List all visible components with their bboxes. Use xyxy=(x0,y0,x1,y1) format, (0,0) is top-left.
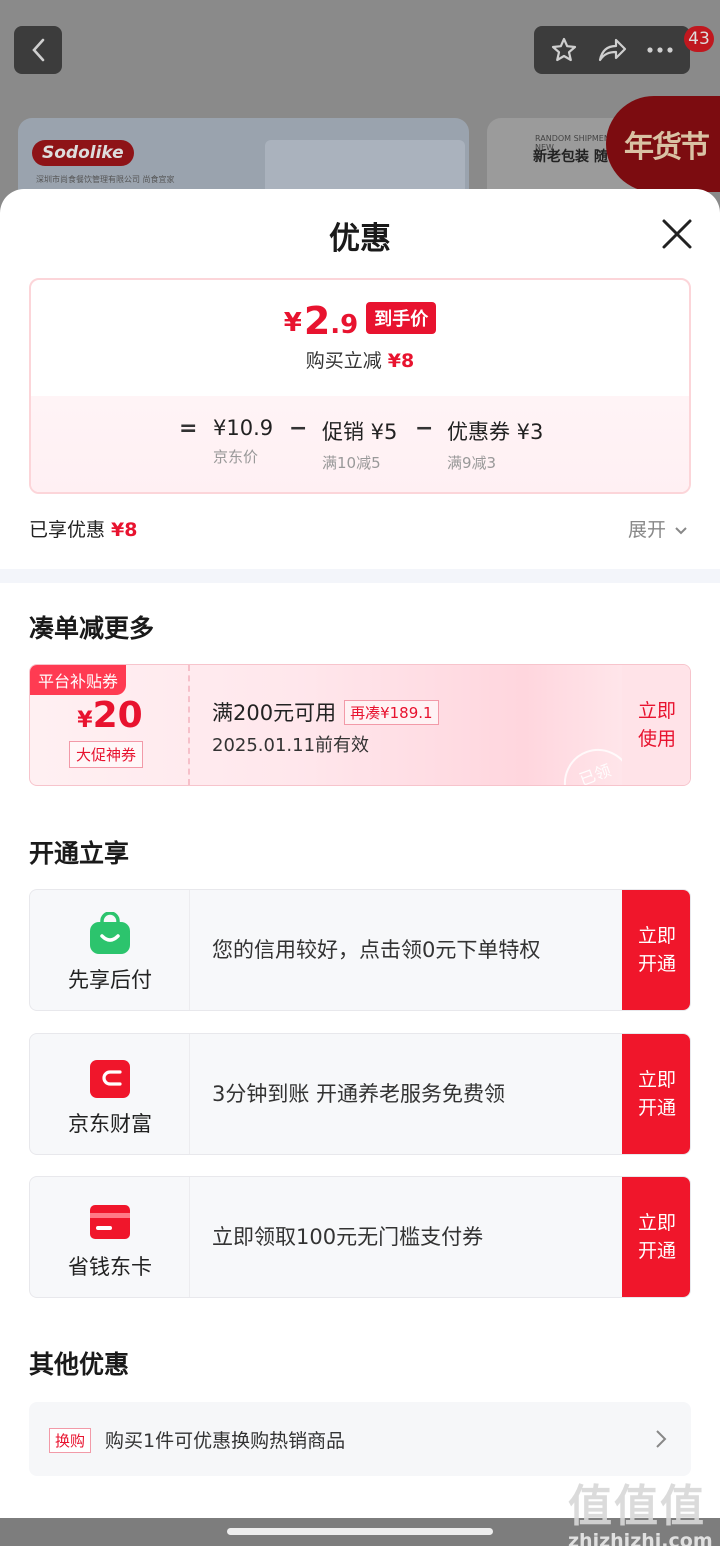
discount-sheet: 优惠 ¥ 2 .9 到手价 购买立减 ¥8 = ¥10.9 京东价 − 促销 ¥… xyxy=(0,189,720,1518)
use-coupon-label: 立即使用 xyxy=(637,700,676,750)
expand-label: 展开 xyxy=(628,519,667,541)
sheet-title: 优惠 xyxy=(329,221,391,257)
minus-sign: − xyxy=(289,416,308,441)
coupon-value-area: 平台补贴券 ¥20 大促神券 xyxy=(30,665,190,785)
section-title-more: 凑单减更多 xyxy=(29,614,155,643)
promo-condition: 满10减5 xyxy=(322,454,381,472)
brand-subtitle: 深圳市尚食餐饮管理有限公司 尚食宜家 xyxy=(36,175,175,184)
home-indicator[interactable] xyxy=(227,1528,493,1535)
jd-price-label: 京东价 xyxy=(213,448,259,466)
chevron-left-icon xyxy=(32,38,45,62)
activate-label: 立即开通 xyxy=(637,925,676,975)
final-price-row: ¥ 2 .9 到手价 xyxy=(31,302,689,340)
enjoyed-label: 已享优惠 xyxy=(29,519,106,541)
coupon-condition: 满9减3 xyxy=(447,454,497,472)
open-card-jd-wealth: 京东财富 3分钟到账 开通养老服务免费领 立即开通 xyxy=(29,1033,691,1155)
chevron-right-icon xyxy=(656,1430,667,1448)
trade-in-tag: 换购 xyxy=(49,1428,92,1453)
coupon-remaining: 再凑¥189.1 xyxy=(344,699,439,725)
activate-button[interactable]: 立即开通 xyxy=(622,890,690,1010)
open-card-desc: 3分钟到账 开通养老服务免费领 xyxy=(212,1082,506,1106)
instant-discount-label: 购买立减 xyxy=(305,350,382,372)
card-icon xyxy=(90,1205,130,1239)
top-actions xyxy=(534,26,690,74)
watermark-logo: 值值值 xyxy=(568,1481,706,1532)
coupon-valid-date: 2025.01.11前有效 xyxy=(212,735,370,756)
final-price-decimal: .9 xyxy=(330,310,359,340)
watermark: 值值值 zhizhizhi.com xyxy=(568,1470,713,1546)
use-coupon-button[interactable]: 立即使用 xyxy=(622,665,690,785)
coupon-badge: 平台补贴券 xyxy=(30,665,127,695)
chevron-down-icon xyxy=(675,527,687,535)
brand-logo: Sodolike xyxy=(32,140,134,166)
wallet-icon xyxy=(90,1060,130,1098)
star-icon[interactable] xyxy=(550,36,578,64)
activate-button[interactable]: 立即开通 xyxy=(622,1034,690,1154)
coupon-tag: 大促神券 xyxy=(69,741,144,768)
close-icon[interactable] xyxy=(660,217,694,251)
price-formula: = ¥10.9 京东价 − 促销 ¥5 满10减5 − 优惠券 ¥3 满9减3 xyxy=(31,396,689,492)
coupon-threshold: 满200元可用 xyxy=(212,701,337,725)
activate-label: 立即开通 xyxy=(637,1069,676,1119)
open-card-desc: 您的信用较好，点击领0元下单特权 xyxy=(212,938,541,962)
coupon-currency: ¥ xyxy=(77,708,93,733)
promo-discount: 促销 ¥5 xyxy=(322,420,398,444)
final-price-currency: ¥ xyxy=(283,308,302,338)
open-card-name: 京东财富 xyxy=(68,1112,152,1136)
final-price-integer: 2 xyxy=(303,299,331,343)
section-title-other: 其他优惠 xyxy=(29,1350,130,1379)
final-price-tag: 到手价 xyxy=(366,302,437,334)
open-card-desc: 立即领取100元无门槛支付券 xyxy=(212,1225,484,1249)
festival-badge[interactable]: 年货节 xyxy=(606,96,720,192)
coupon-amount-value: 20 xyxy=(92,695,143,736)
trade-in-row[interactable]: 换购 购买1件可优惠换购热销商品 xyxy=(29,1402,691,1476)
jd-price: ¥10.9 xyxy=(213,416,274,440)
price-breakdown-card: ¥ 2 .9 到手价 购买立减 ¥8 = ¥10.9 京东价 − 促销 ¥5 满1… xyxy=(29,278,691,494)
more-icon[interactable] xyxy=(646,46,674,54)
share-icon[interactable] xyxy=(597,37,627,63)
open-card-name: 先享后付 xyxy=(68,968,152,992)
coupon-discount: 优惠券 ¥3 xyxy=(447,420,544,444)
back-button[interactable] xyxy=(14,26,62,74)
section-title-open: 开通立享 xyxy=(29,839,130,868)
enjoyed-discount: 已享优惠 ¥8 xyxy=(29,515,137,542)
minus-sign-2: − xyxy=(415,416,434,441)
final-price: ¥ 2 .9 xyxy=(284,302,359,340)
activate-label: 立即开通 xyxy=(637,1212,676,1262)
platform-coupon: 平台补贴券 ¥20 大促神券 满200元可用 再凑¥189.1 2025.01.… xyxy=(29,664,691,786)
trade-in-text: 购买1件可优惠换购热销商品 xyxy=(105,1430,346,1452)
enjoyed-amount: ¥8 xyxy=(111,519,138,541)
open-card-saving-card: 省钱东卡 立即领取100元无门槛支付券 立即开通 xyxy=(29,1176,691,1298)
instant-discount-amount: ¥8 xyxy=(387,350,415,372)
section-divider xyxy=(0,569,720,583)
expand-toggle[interactable]: 展开 xyxy=(628,515,688,542)
card2-text: 新老包装 随 xyxy=(533,149,608,165)
open-card-pay-later: 先享后付 您的信用较好，点击领0元下单特权 立即开通 xyxy=(29,889,691,1011)
activate-button[interactable]: 立即开通 xyxy=(622,1177,690,1297)
equals-sign: = xyxy=(179,416,198,441)
shopping-bag-icon xyxy=(90,912,130,954)
instant-discount-row: 购买立减 ¥8 xyxy=(31,346,689,373)
open-card-name: 省钱东卡 xyxy=(68,1255,152,1279)
coupon-condition-row: 满200元可用 再凑¥189.1 xyxy=(212,697,439,727)
cart-badge: 43 xyxy=(684,26,714,52)
coupon-amount: ¥20 xyxy=(30,695,190,736)
